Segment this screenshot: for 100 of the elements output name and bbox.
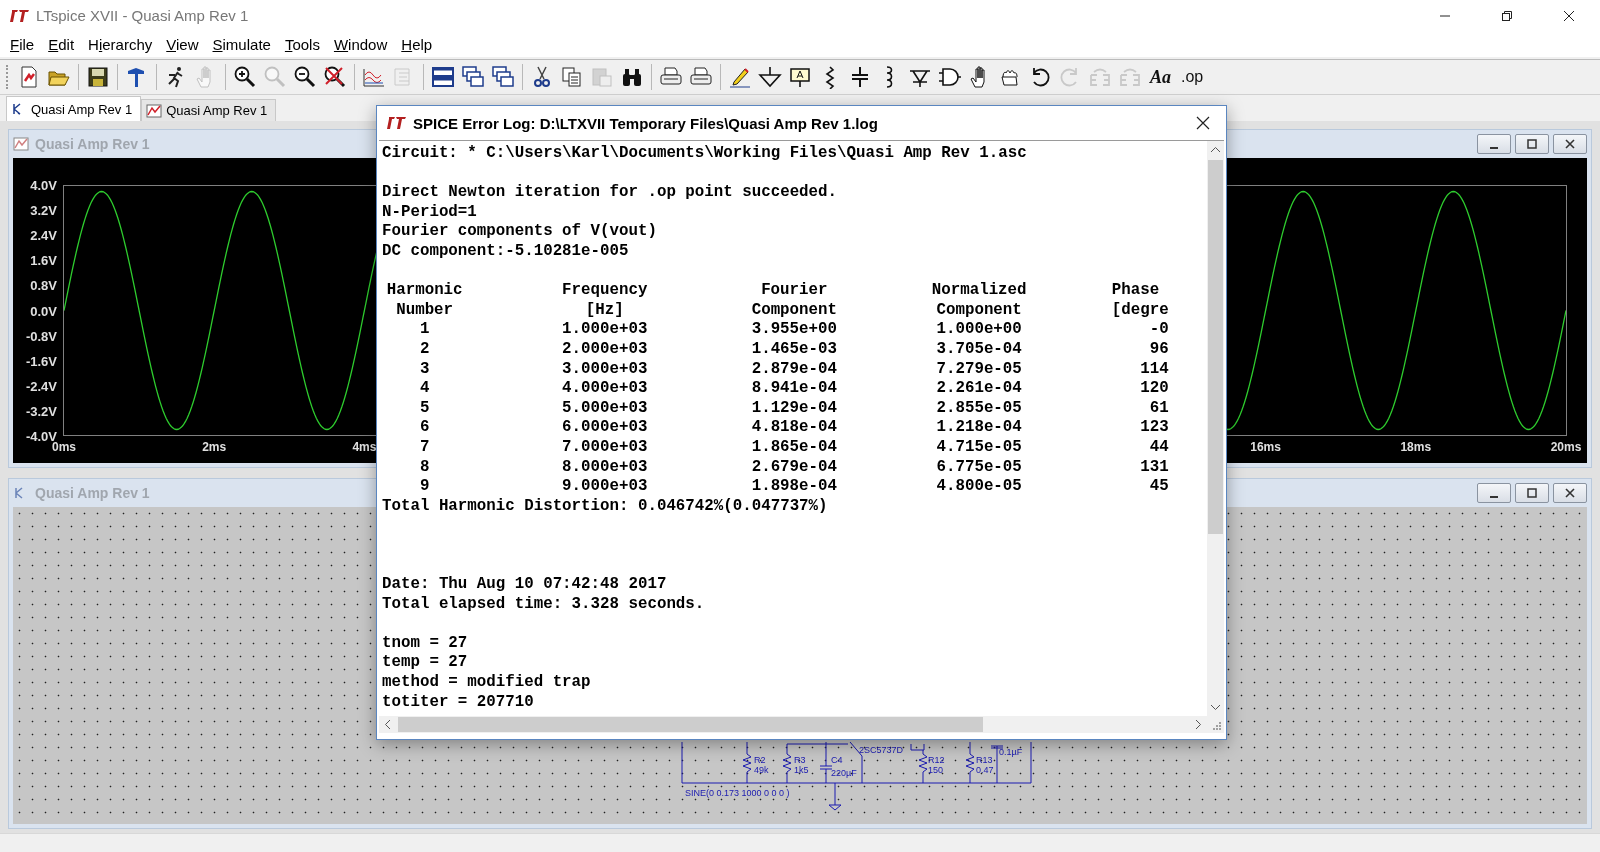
table-cell: 3.000e+03 <box>562 359 648 380</box>
column-header: Harmonic <box>385 281 464 301</box>
log-line: Total Harmonic Distortion: 0.046742%(0.047737%) <box>382 496 828 517</box>
log-line: totiter = 207710 <box>382 692 534 713</box>
scroll-thumb[interactable] <box>1208 160 1223 534</box>
tile-horizontal-icon[interactable] <box>431 64 455 90</box>
table-cell-text: 114 <box>1139 359 1169 380</box>
component-label: R12 <box>928 755 945 765</box>
spice-directive-button[interactable]: .op <box>1179 64 1206 90</box>
log-line: tnom = 27 <box>382 633 468 654</box>
table-cell-text: 123 <box>1139 418 1169 438</box>
table-cell-text: 2.261e-04 <box>935 379 1023 399</box>
table-cell: 3.955e+00 <box>751 320 837 340</box>
table-cell-text: 4 <box>418 379 431 399</box>
component-value: 2SC5737D <box>859 745 904 755</box>
table-cell: 8.941e-04 <box>751 379 837 399</box>
table-cell-text: 3 <box>418 359 431 380</box>
close-button[interactable] <box>1553 483 1587 503</box>
maximize-button[interactable] <box>1515 483 1549 503</box>
document-tab[interactable]: Quasi Amp Rev 1 <box>141 99 277 121</box>
close-button[interactable] <box>1553 134 1587 154</box>
y-axis-label: 3.2V <box>30 202 57 218</box>
y-axis-label: -2.4V <box>25 378 57 394</box>
zoom-out-icon[interactable] <box>293 64 317 90</box>
component-label: R2 <box>754 755 766 765</box>
crossed-magnifier-icon[interactable] <box>323 64 347 90</box>
table-cell: 6.000e+03 <box>562 418 648 438</box>
table-cell-text: 7 <box>418 437 431 458</box>
table-cell-text: 120 <box>1139 379 1169 399</box>
close-icon <box>1564 139 1576 149</box>
table-cell-text: 131 <box>1139 457 1169 478</box>
cascade-windows-icon[interactable] <box>461 64 485 90</box>
minimize-icon <box>1490 496 1498 498</box>
minimize-button[interactable] <box>1477 134 1511 154</box>
table-cell: 1.865e-04 <box>751 437 837 458</box>
y-axis-label: 4.0V <box>30 177 57 193</box>
scroll-thumb[interactable] <box>398 717 983 732</box>
zoom-in-icon[interactable] <box>233 64 257 90</box>
table-cell-text: 45 <box>1148 477 1169 497</box>
table-cell-text: 61 <box>1148 398 1169 419</box>
table-cell-text: 2 <box>418 339 431 360</box>
component-value: 0.47 <box>976 765 994 775</box>
menu-item[interactable]: Window <box>327 33 396 55</box>
vertical-scrollbar[interactable] <box>1207 141 1224 716</box>
table-cell-text: -0 <box>1148 320 1169 340</box>
minimize-button[interactable] <box>1477 483 1511 503</box>
component-label: C4 <box>831 755 843 765</box>
window-title: LTspice XVII - Quasi Amp Rev 1 <box>36 7 249 24</box>
menu-item[interactable]: Help <box>395 33 441 55</box>
log-line: Total elapsed time: 3.328 seconds. <box>382 594 705 615</box>
x-axis-label: 2ms <box>202 440 227 454</box>
table-cell: 1.465e-03 <box>751 339 837 360</box>
column-subheader: Component <box>751 300 837 321</box>
menu-item[interactable]: Simulate <box>206 33 279 55</box>
document-tab[interactable]: Quasi Amp Rev 1 <box>6 96 142 121</box>
table-cell-text: 6.775e-05 <box>935 457 1023 478</box>
horizontal-scrollbar[interactable] <box>379 716 1207 733</box>
table-cell: 1.898e-04 <box>751 477 837 497</box>
component-label: R13 <box>976 755 993 765</box>
y-axis-label: -3.2V <box>25 403 57 419</box>
floppy-disk-icon[interactable] <box>86 64 110 90</box>
log-line: Direct Newton iteration for .op point succeeded. <box>382 183 838 203</box>
table-cell: 4.000e+03 <box>562 379 648 399</box>
table-cell-text: 96 <box>1148 339 1169 360</box>
tile-windows-icon[interactable] <box>491 64 515 90</box>
text-tool-button[interactable]: Aa <box>1148 64 1173 90</box>
dialog-title: SPICE Error Log: D:\LTXVII Temporary Files\Quasi Amp Rev 1.log <box>413 114 878 132</box>
copy-icon[interactable] <box>560 64 584 90</box>
x-axis-label: 16ms <box>1250 440 1281 454</box>
y-axis-label: -0.8V <box>25 328 57 344</box>
close-icon <box>1196 116 1210 130</box>
column-header: Phase <box>1111 281 1161 301</box>
menu-item[interactable]: File <box>4 33 43 55</box>
table-cell-text: 9 <box>418 477 431 497</box>
y-axis-label: 2.4V <box>30 227 57 243</box>
table-cell-text: 5 <box>418 398 431 419</box>
table-cell-text: 44 <box>1148 437 1169 458</box>
component-value: 0.1µF <box>999 747 1023 757</box>
column-header: Frequency <box>562 281 648 301</box>
maximize-button[interactable] <box>1515 134 1549 154</box>
table-cell-text: 6 <box>418 418 431 438</box>
log-line: temp = 27 <box>382 653 468 674</box>
y-axis-label: 1.6V <box>30 252 57 268</box>
table-cell-text: 1.000e+00 <box>935 320 1023 340</box>
plot-icon <box>13 136 29 152</box>
menu-item[interactable]: View <box>160 33 207 55</box>
column-subheader: Component <box>935 300 1023 321</box>
log-line: N-Period=1 <box>382 202 477 223</box>
menu-item[interactable]: Edit <box>42 33 83 55</box>
column-subheader: [degre <box>1111 300 1169 321</box>
source-directive: SINE(0 0.173 1000 0 0 0 ) <box>685 788 790 798</box>
menu-item[interactable]: Hierarchy <box>82 33 161 55</box>
ground-icon[interactable] <box>758 64 782 90</box>
table-cell: 2.679e-04 <box>751 457 837 478</box>
minimize-icon <box>1490 147 1498 149</box>
table-cell: 4.818e-04 <box>751 418 837 438</box>
restore-icon <box>1501 9 1513 22</box>
column-subheader: Number <box>395 300 455 321</box>
table-cell-text: 1 <box>418 320 431 340</box>
menu-item[interactable]: Tools <box>278 33 328 55</box>
